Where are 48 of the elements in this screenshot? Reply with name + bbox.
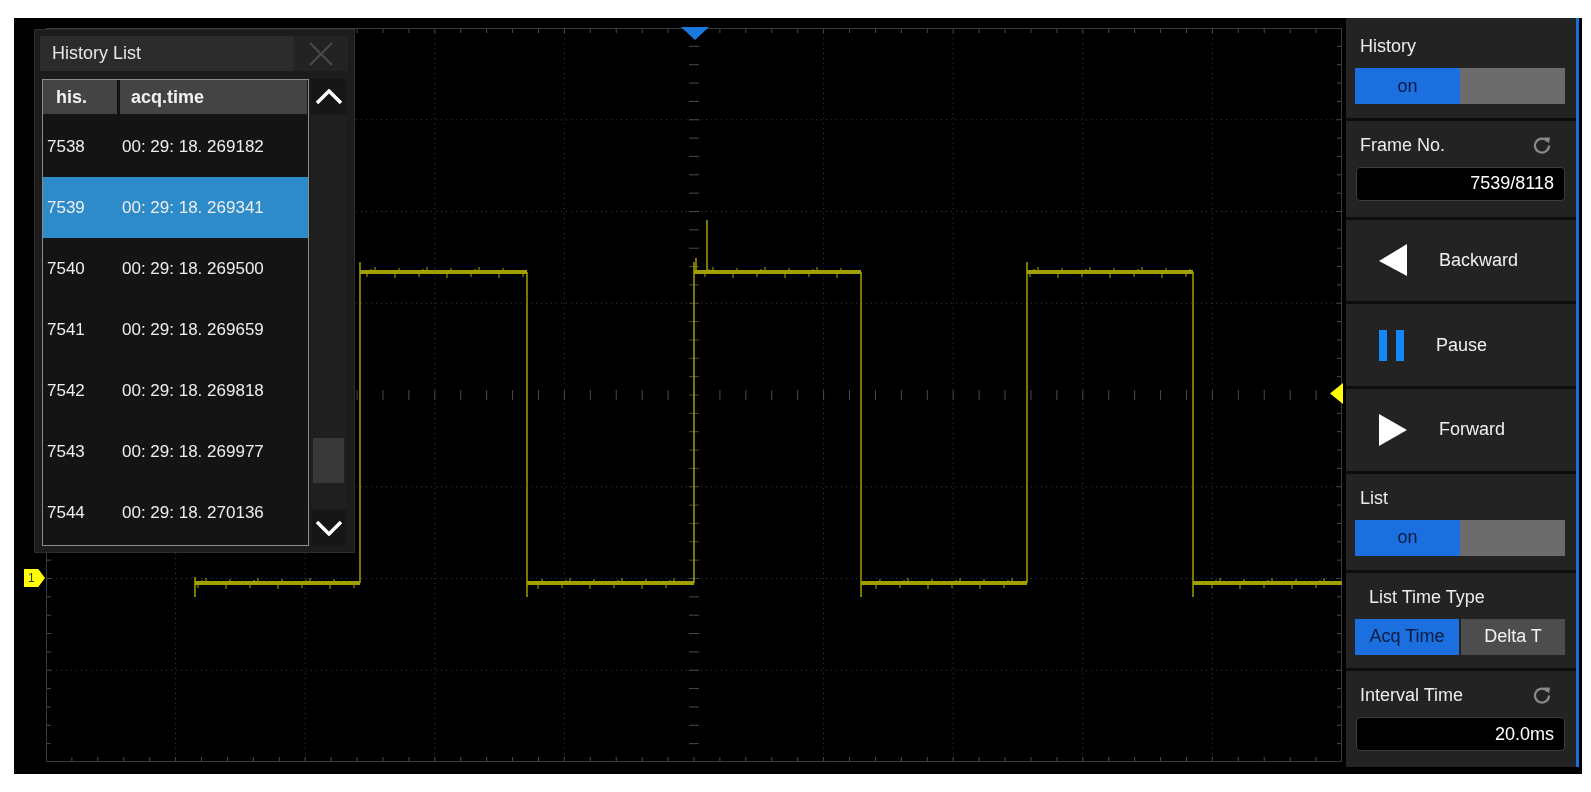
- table-cell-text: 00: 29: 18. 269977: [122, 441, 265, 462]
- toggle-switch[interactable]: on: [1355, 68, 1565, 104]
- list-row[interactable]: 7543 00: 29: 18. 269977: [43, 421, 308, 482]
- table-cell-text: 7540: [46, 258, 86, 279]
- table-cell-text: 00: 29: 18. 269659: [122, 319, 265, 340]
- list-row[interactable]: 7538 00: 29: 18. 269182: [43, 116, 308, 177]
- value-field[interactable]: 7539/8118: [1356, 166, 1565, 201]
- chevron-up-icon: [314, 88, 343, 105]
- segment-option[interactable]: Delta T: [1461, 618, 1565, 655]
- table-cell-text: 7543: [46, 441, 86, 462]
- pause-icon: [1379, 329, 1404, 361]
- column-header: acq.time: [120, 80, 307, 114]
- close-icon: [309, 41, 333, 66]
- channel-marker[interactable]: 1: [24, 569, 45, 587]
- section-label: Interval Time: [1359, 685, 1464, 706]
- scrollbar-thumb[interactable]: [313, 438, 344, 483]
- refresh-icon[interactable]: [1533, 686, 1551, 705]
- list-row[interactable]: 7544 00: 29: 18. 270136: [43, 482, 308, 543]
- section-label: Frame No.: [1359, 134, 1446, 155]
- down-triangle-icon[interactable]: [681, 27, 709, 40]
- refresh-icon[interactable]: [1533, 135, 1551, 154]
- table-cell-text: 7544: [46, 502, 86, 523]
- left-triangle-icon[interactable]: [1330, 383, 1343, 404]
- list-row[interactable]: 7542 00: 29: 18. 269818: [43, 360, 308, 421]
- table-cell-text: 00: 29: 18. 269341: [122, 197, 265, 218]
- table-cell-text: 00: 29: 18. 269500: [122, 258, 265, 279]
- value-field[interactable]: 20.0ms: [1356, 717, 1565, 752]
- column-header: his.: [43, 80, 117, 114]
- table-cell-text: 7539: [46, 197, 86, 218]
- scroll-up-button[interactable]: [311, 79, 346, 114]
- reverse-play-icon: [1379, 244, 1407, 277]
- table-cell-text: 7542: [46, 380, 86, 401]
- section-label: List: [1359, 487, 1389, 508]
- table-cell-text: 00: 29: 18. 269818: [122, 380, 265, 401]
- table-cell-text: 7541: [46, 319, 86, 340]
- list-row[interactable]: 7541 00: 29: 18. 269659: [43, 299, 308, 360]
- play-icon: [1379, 413, 1407, 446]
- chevron-down-icon: [314, 520, 343, 536]
- table-cell-text: 00: 29: 18. 270136: [122, 502, 265, 523]
- toggle-switch[interactable]: on: [1355, 519, 1565, 556]
- window-title: History List: [51, 43, 142, 64]
- table-cell-text: 7538: [46, 136, 86, 157]
- table-cell-text: 00: 29: 18. 269182: [122, 136, 265, 157]
- section-label: List Time Type: [1368, 586, 1486, 607]
- segment-option[interactable]: Acq Time: [1355, 618, 1459, 655]
- scroll-down-button[interactable]: [311, 510, 346, 546]
- section-label: History: [1359, 36, 1417, 56]
- list-row[interactable]: 7540 00: 29: 18. 269500: [43, 238, 308, 299]
